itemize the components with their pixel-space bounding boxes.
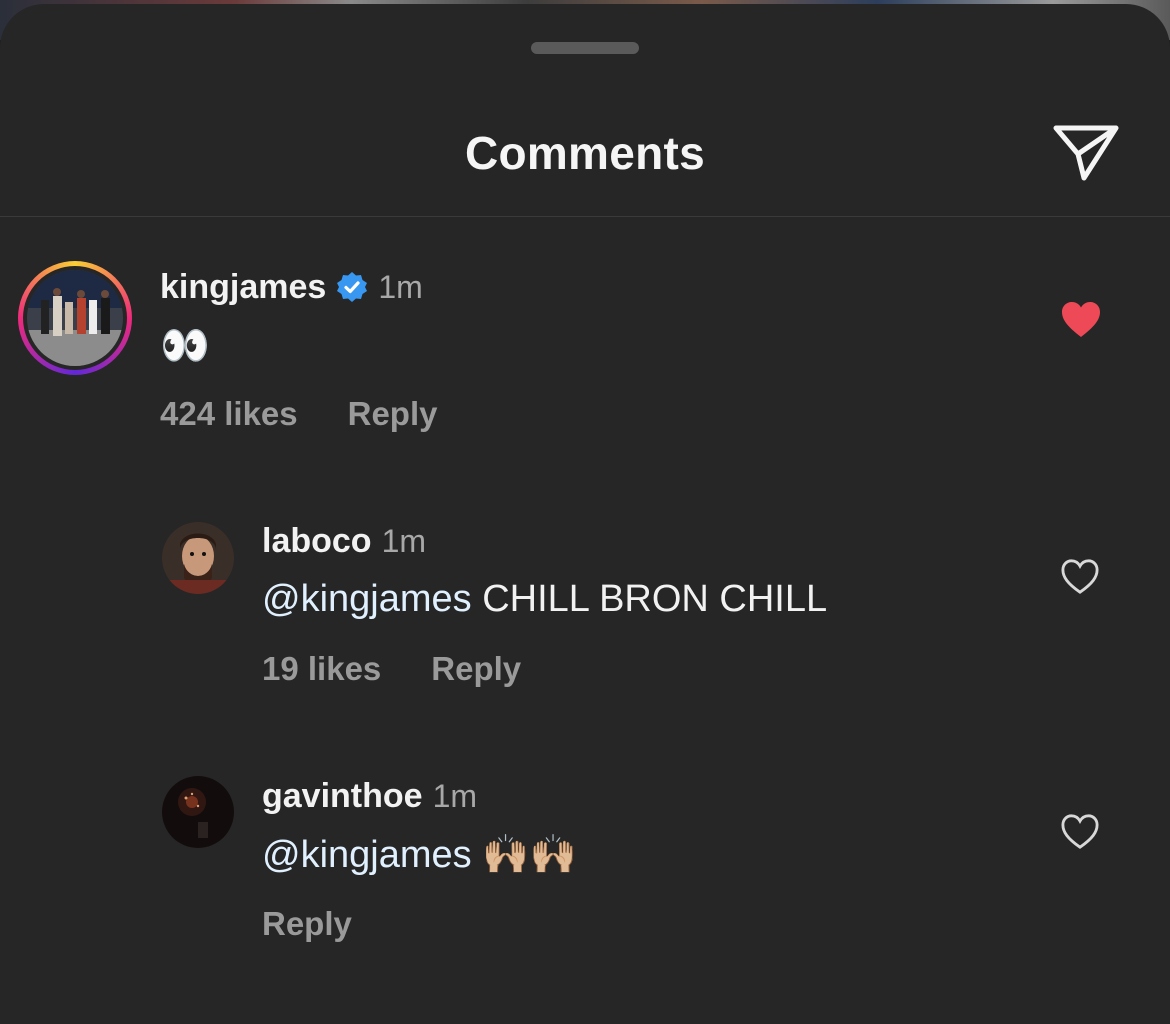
- like-button[interactable]: [1060, 300, 1102, 340]
- profile-photo-icon: [27, 270, 123, 366]
- sheet-grabber[interactable]: [531, 42, 639, 54]
- mention-link[interactable]: @kingjames: [262, 578, 472, 620]
- avatar[interactable]: [162, 776, 234, 848]
- verified-badge-icon: [336, 271, 368, 312]
- like-count[interactable]: 19 likes: [262, 650, 381, 687]
- heart-filled-icon: [1062, 302, 1100, 337]
- avatar[interactable]: [162, 522, 234, 594]
- comment-text: CHILL BRON CHILL: [471, 578, 828, 620]
- reply-button[interactable]: Reply: [431, 650, 521, 687]
- username[interactable]: laboco: [262, 522, 372, 560]
- profile-photo-icon: [162, 776, 234, 848]
- heart-outline-icon: [1061, 814, 1099, 849]
- heart-outline-icon: [1061, 559, 1099, 594]
- comment-time: 1m: [378, 269, 423, 305]
- reply-button[interactable]: Reply: [262, 905, 352, 942]
- header-divider: [0, 216, 1170, 217]
- page-title: Comments: [464, 127, 706, 179]
- username[interactable]: kingjames: [160, 268, 326, 306]
- paper-plane-icon: [1053, 125, 1119, 181]
- mention-link[interactable]: @kingjames: [262, 834, 472, 876]
- like-button[interactable]: [1060, 813, 1102, 853]
- comment-text: 👀: [160, 324, 210, 368]
- share-button[interactable]: [1050, 118, 1122, 190]
- like-button[interactable]: [1060, 558, 1102, 598]
- like-count[interactable]: 424 likes: [160, 395, 298, 432]
- comment-text: 🙌🏼🙌🏼: [471, 834, 577, 876]
- comments-sheet: Comments kingjames 1m 👀 424 likes Reply …: [0, 4, 1170, 1024]
- comment-time: 1m: [381, 523, 427, 559]
- comment-time: 1m: [432, 778, 478, 814]
- username[interactable]: gavinthoe: [262, 777, 423, 815]
- profile-photo-icon: [162, 522, 234, 594]
- reply-button[interactable]: Reply: [348, 395, 438, 432]
- avatar[interactable]: [18, 261, 132, 375]
